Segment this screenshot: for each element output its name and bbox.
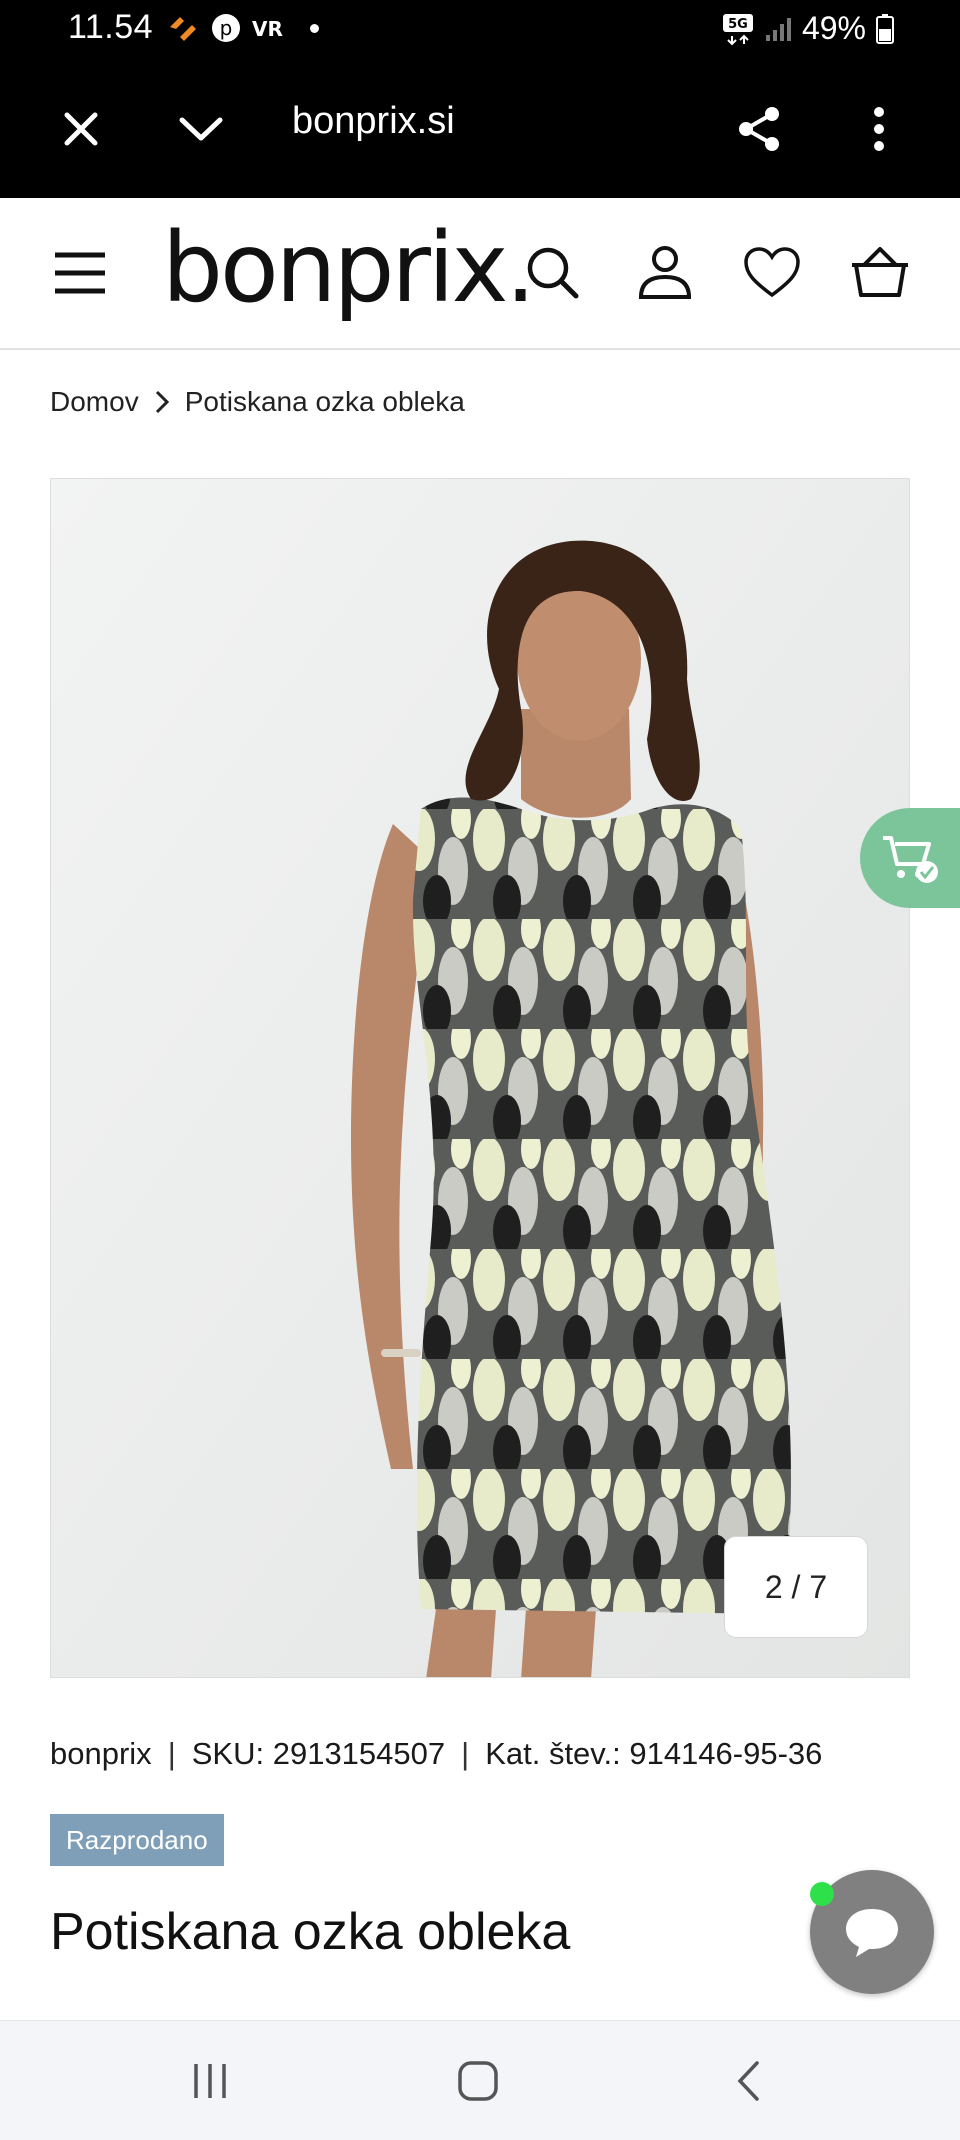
search-button[interactable]	[518, 238, 588, 308]
chevron-down-icon	[179, 117, 223, 141]
bonprix-logo[interactable]: bonprix.	[162, 212, 536, 324]
home-icon	[458, 2061, 498, 2101]
cart-check-tab[interactable]	[860, 808, 960, 908]
share-button[interactable]	[724, 94, 794, 164]
signal-icon	[765, 17, 791, 41]
svg-text:VR: VR	[252, 17, 283, 41]
pinterest-icon: p	[212, 14, 240, 42]
meta-separator: |	[461, 1736, 470, 1771]
product-meta: bonprix | SKU: 2913154507 | Kat. štev.: …	[50, 1736, 822, 1772]
product-image[interactable]	[50, 478, 910, 1678]
hamburger-menu-icon	[55, 252, 105, 294]
online-status-dot	[810, 1882, 834, 1906]
more-options-button[interactable]	[844, 94, 914, 164]
close-tab-button[interactable]	[46, 94, 116, 164]
breadcrumb: Domov Potiskana ozka obleka	[50, 386, 465, 418]
back-button[interactable]	[708, 2051, 788, 2111]
svg-text:5G: 5G	[728, 17, 748, 32]
product-brand: bonprix	[50, 1736, 152, 1771]
system-nav-bar	[0, 2020, 960, 2140]
breadcrumb-current[interactable]: Potiskana ozka obleka	[185, 386, 465, 418]
recent-apps-button[interactable]	[170, 2051, 250, 2111]
recent-apps-icon	[194, 2064, 226, 2098]
battery-percent: 49%	[801, 10, 866, 46]
meta-separator: |	[167, 1736, 176, 1771]
status-bar: 11.54 p VR 5G 49%	[0, 0, 960, 60]
account-button[interactable]	[630, 238, 700, 308]
notification-app-icon	[170, 17, 196, 41]
product-photo	[51, 479, 909, 1677]
chevron-right-icon	[155, 390, 169, 414]
product-catalog-number: Kat. štev.: 914146-95-36	[485, 1736, 823, 1771]
wishlist-button[interactable]	[737, 238, 807, 308]
menu-button[interactable]	[45, 238, 115, 308]
more-notifications-dot	[310, 23, 319, 33]
close-icon	[64, 112, 98, 146]
notification-icons: p VR	[166, 12, 319, 44]
chat-bubble-icon	[846, 1909, 898, 1957]
vr-app-icon: VR	[252, 17, 283, 41]
product-title: Potiskana ozka obleka	[50, 1903, 571, 1961]
cart-check-icon	[883, 836, 938, 883]
status-time: 11.54	[68, 8, 154, 46]
network-5g-icon: 5G	[722, 13, 753, 45]
user-icon	[638, 246, 692, 299]
product-sku: SKU: 2913154507	[191, 1736, 446, 1771]
svg-text:p: p	[220, 16, 233, 40]
basket-button[interactable]	[845, 238, 915, 308]
breadcrumb-home[interactable]: Domov	[50, 386, 139, 418]
system-icons: 5G 49%	[722, 10, 894, 47]
tabs-dropdown-button[interactable]	[166, 94, 236, 164]
sold-out-badge: Razprodano	[50, 1814, 224, 1866]
site-header: bonprix.	[0, 198, 960, 350]
url-text[interactable]: bonprix.si	[292, 100, 455, 143]
basket-icon	[852, 247, 908, 297]
gallery-counter: 2 / 7	[724, 1536, 868, 1638]
search-icon	[527, 247, 579, 299]
browser-toolbar: bonprix.si	[0, 60, 960, 198]
more-vertical-icon	[874, 107, 884, 151]
share-icon	[739, 107, 779, 151]
heart-icon	[744, 247, 800, 298]
home-button[interactable]	[438, 2051, 518, 2111]
back-icon	[737, 2061, 759, 2101]
battery-icon	[876, 13, 894, 44]
